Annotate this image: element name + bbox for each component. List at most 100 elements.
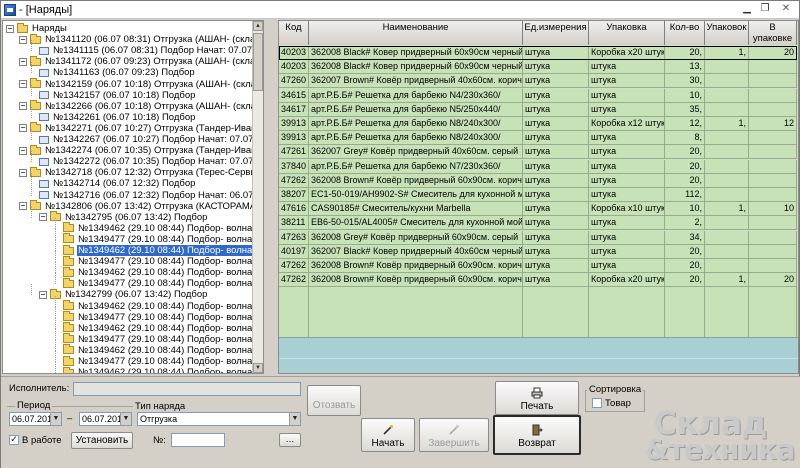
close-icon[interactable]: ✕ xyxy=(775,2,797,16)
table-row[interactable]: 47260 362007 Brown# Ковёр придверный 40х6… xyxy=(279,74,797,89)
table-cell: 12 xyxy=(749,117,797,131)
collapse-icon[interactable]: − xyxy=(6,24,14,33)
tree-scrollbar[interactable]: ▲ ▼ xyxy=(252,21,263,373)
table-row[interactable]: 40197 362007 Black# Ковер придверный 40х6… xyxy=(279,244,797,259)
collapse-icon[interactable]: − xyxy=(19,80,27,88)
tree-node[interactable]: − №1342271 (06.07 10:27) Отгрузка (Тандер… xyxy=(19,122,253,134)
tree-node[interactable]: №1342261 (06.07 10:18) Подбор xyxy=(39,112,196,123)
tree-node[interactable]: − №1342159 (06.07 10:18) Отгрузка (АШАН- … xyxy=(19,78,253,90)
tree-node[interactable]: №1349462 (29.10 08:44) Подбор- волна xyxy=(63,322,253,334)
collapse-icon[interactable]: − xyxy=(19,35,27,44)
tree-node[interactable]: №1349462 (29.10 08:44) Подбор- волна xyxy=(63,222,253,234)
restore-icon[interactable]: ❐ xyxy=(757,2,773,16)
tree-node[interactable]: №1349462 (29.10 08:44) Подбор- волна xyxy=(63,344,253,356)
tree-node[interactable]: №1349477 (29.10 08:44) Подбор- волна xyxy=(63,233,253,245)
tree-node[interactable]: №1342157 (06.07 10:18) Подбор xyxy=(39,90,196,101)
tree-node[interactable]: №1349477 (29.10 08:44) Подбор- волна xyxy=(63,333,253,345)
column-header[interactable]: Код xyxy=(279,21,309,45)
tree-node[interactable]: №1349477 (29.10 08:44) Подбор- волна xyxy=(63,355,253,367)
table-row[interactable]: 40203 362008 Black# Ковер придверный 60х9… xyxy=(279,60,797,75)
table-row[interactable]: 37840 арт.Р.Б.Б# Решетка для барбекю N7/2… xyxy=(279,159,797,174)
scroll-up-icon[interactable]: ▲ xyxy=(253,21,263,31)
tree-node[interactable]: №1342272 (06.07 10:35) Подбор Начат: 07.… xyxy=(39,156,253,167)
calendar-dropdown-icon[interactable]: ▼ xyxy=(50,413,61,425)
start-button[interactable]: Начать xyxy=(361,418,415,452)
table-row[interactable]: 47262 362008 Brown# Ковёр придверный 60х9… xyxy=(279,273,797,288)
table-cell: 10, xyxy=(665,202,705,217)
print-button[interactable]: Печать xyxy=(495,381,579,415)
column-header[interactable]: Наименование xyxy=(309,21,523,45)
collapse-icon[interactable]: − xyxy=(19,57,27,66)
collapse-icon[interactable]: − xyxy=(19,168,27,177)
minimize-icon[interactable]: ▁ xyxy=(739,2,755,16)
number-field[interactable] xyxy=(171,433,225,447)
items-grid[interactable]: Код Наименование Ед.измерения Упаковка Кол-в… xyxy=(278,20,799,374)
return-button[interactable]: Возврат xyxy=(493,415,581,455)
tree-node[interactable]: − №1341120 (06.07 08:31) Отгрузка (АШАН- … xyxy=(19,33,253,45)
orders-tree[interactable]: − Наряды − №1341120 (06.07 08:31) Отгрузк… xyxy=(2,20,264,374)
date-to-field[interactable]: 06.07.2010 ▼ xyxy=(79,412,132,426)
tree-node[interactable]: №1342267 (06.07 10:27) Подбор Начат: 07.… xyxy=(39,134,253,145)
install-button[interactable]: Установить xyxy=(71,432,133,449)
table-row[interactable]: 34615 арт.Р.Б.Б# Решетка для барбекю N4/2… xyxy=(279,88,797,103)
in-work-checkbox[interactable]: ✓ xyxy=(9,435,19,445)
table-row[interactable]: 40203 362008 Black# Ковер придверный 60х9… xyxy=(279,46,797,60)
collapse-icon[interactable]: − xyxy=(39,290,47,299)
tree-node[interactable]: №1349462 (29.10 08:44) Подбор- волна xyxy=(63,266,253,278)
tree-node[interactable]: − №1342799 (06.07 13:42) Подбор xyxy=(39,288,208,300)
calendar-dropdown-icon[interactable]: ▼ xyxy=(120,413,131,425)
finish-button[interactable]: Завершить xyxy=(419,418,489,452)
document-icon xyxy=(39,157,49,166)
table-row[interactable]: 47262 362008 Brown# Ковёр придверный 60х9… xyxy=(279,173,797,188)
tree-node-label: №1349477 (29.10 08:44) Подбор- волна xyxy=(78,333,253,345)
tree-node[interactable]: №1342716 (06.07 12:32) Подбор Начат: 06.… xyxy=(39,190,253,201)
tree-node[interactable]: − №1342274 (06.07 10:35) Отгрузка (Тандер… xyxy=(19,144,253,156)
tree-node[interactable]: − №1342806 (06.07 13:42) Отгрузка (КАСТОР… xyxy=(19,200,253,212)
tree-node[interactable]: − №1341172 (06.07 09:23) Отгрузка (АШАН- … xyxy=(19,55,253,67)
date-from-field[interactable]: 06.07.2010 ▼ xyxy=(9,412,62,426)
table-row[interactable]: 39913 арт.Р.Б.Б# Решетка для барбекю N8/2… xyxy=(279,117,797,131)
table-row[interactable]: 47262 362008 Brown# Ковёр придверный 60х9… xyxy=(279,259,797,273)
table-cell: штука xyxy=(523,273,589,288)
tree-node[interactable]: №1349462 (29.10 08:44) Подбор- волна xyxy=(63,366,253,373)
tree-node[interactable]: №1349462 (29.10 08:44) Подбор- волна xyxy=(63,300,253,312)
collapse-icon[interactable]: − xyxy=(19,124,27,133)
tree-node[interactable]: №1349477 (29.10 08:44) Подбор- волна xyxy=(63,311,253,323)
tree-node[interactable]: №1349462 (29.10 08:44) Подбор- волна xyxy=(63,244,253,256)
table-cell: штука xyxy=(523,131,589,146)
tree-node-label: №1342157 (06.07 10:18) Подбор xyxy=(53,89,196,101)
table-row[interactable]: 47261 362007 Grey# Ковёр придверный 40х60… xyxy=(279,145,797,160)
table-row[interactable]: 39913 арт.Р.Б.Б# Решетка для барбекю N8/2… xyxy=(279,131,797,146)
collapse-icon[interactable]: − xyxy=(19,102,27,111)
scroll-down-icon[interactable]: ▼ xyxy=(253,363,263,373)
column-header[interactable]: В упаковке xyxy=(749,21,797,45)
order-type-select[interactable]: Отгрузка ▼ xyxy=(137,412,301,426)
table-row[interactable]: 47263 362008 Grey# Ковёр придверный 60х90… xyxy=(279,230,797,245)
tree-node[interactable]: №1342714 (06.07 12:32) Подбор xyxy=(39,178,196,189)
executor-field[interactable] xyxy=(73,382,301,396)
tree-node[interactable]: №1341163 (06.07 09:23) Подбор xyxy=(39,67,196,78)
table-row[interactable]: 34617 арт.Р.Б.Б# Решетка для барбекю N5/2… xyxy=(279,102,797,117)
table-row[interactable]: 38207 EC1-50-019/AH9902-S# Смеситель для … xyxy=(279,188,797,202)
table-row[interactable]: 38211 EB6-50-015/AL4005# Смеситель для ку… xyxy=(279,216,797,231)
tree-node[interactable]: №1341115 (06.07 08:31) Подбор Начат: 07.… xyxy=(39,45,253,56)
recall-button[interactable]: Отозвать xyxy=(307,385,361,416)
chevron-down-icon[interactable]: ▼ xyxy=(289,413,300,425)
column-header[interactable]: Упаковок xyxy=(705,21,749,45)
tree-node[interactable]: №1349477 (29.10 08:44) Подбор- волна xyxy=(63,255,253,267)
column-header[interactable]: Кол-во xyxy=(665,21,705,45)
tree-node[interactable]: − №1342795 (06.07 13:42) Подбор xyxy=(39,211,208,223)
tree-node[interactable]: − №1342266 (06.07 10:18) Отгрузка (АШАН- … xyxy=(19,100,253,112)
table-row[interactable]: 47616 CAS90185# Смеситель/кухни Marbella ш… xyxy=(279,202,797,217)
tree-scroll-thumb[interactable] xyxy=(253,33,263,91)
tree-root[interactable]: − Наряды xyxy=(6,22,68,34)
column-header[interactable]: Ед.измерения xyxy=(523,21,589,45)
tree-node[interactable]: − №1342718 (06.07 12:32) Отгрузка (Терес-… xyxy=(19,166,253,178)
collapse-icon[interactable]: − xyxy=(19,146,27,155)
column-header[interactable]: Упаковка xyxy=(589,21,665,45)
collapse-icon[interactable]: − xyxy=(19,202,27,211)
in-work-label: В работе xyxy=(22,435,62,446)
open-folder-button[interactable]: … xyxy=(279,433,301,447)
tree-node[interactable]: №1349477 (29.10 08:44) Подбор- волна xyxy=(63,277,253,289)
collapse-icon[interactable]: − xyxy=(39,213,47,222)
